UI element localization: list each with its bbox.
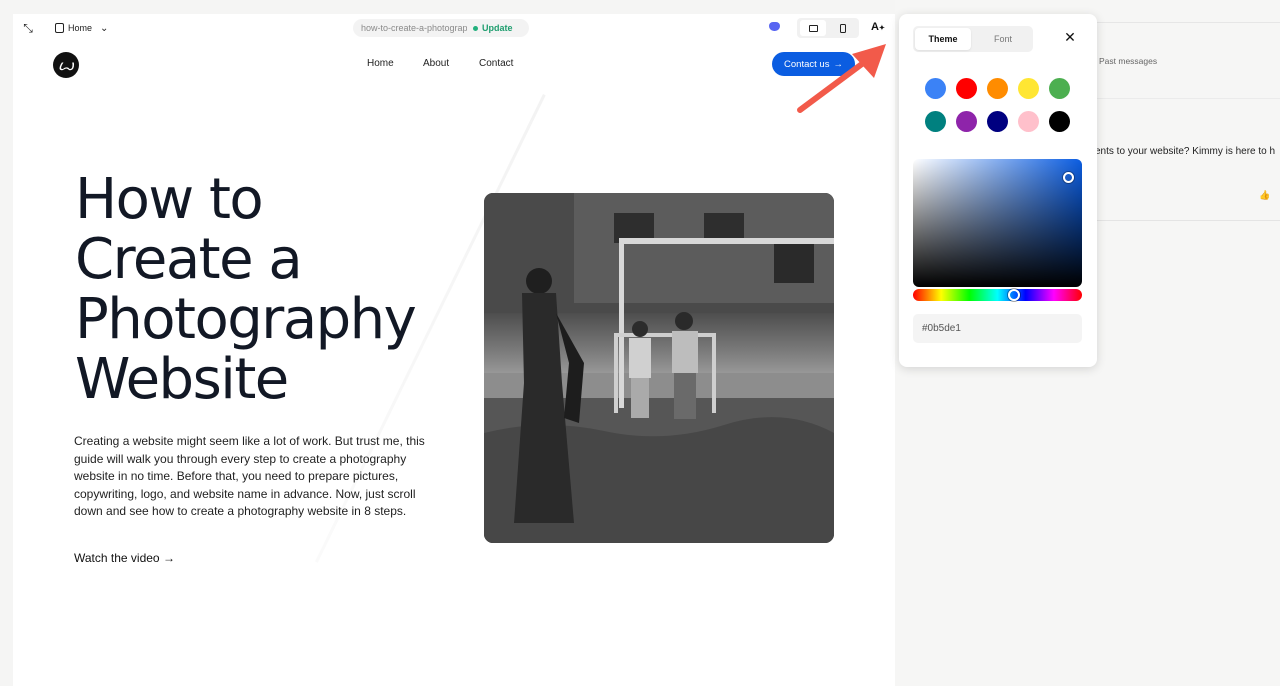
collapse-icon[interactable]: ⤡: [21, 21, 35, 35]
discord-icon[interactable]: [769, 22, 780, 31]
hero-photo[interactable]: [484, 193, 834, 543]
thumbs-up-icon[interactable]: 👍: [1259, 190, 1270, 201]
color-swatch[interactable]: [925, 111, 946, 132]
watch-video-link[interactable]: Watch the video →: [74, 551, 175, 565]
color-swatch[interactable]: [1018, 78, 1039, 99]
divider: [1095, 220, 1280, 221]
chevron-down-icon: ⌄: [100, 22, 109, 34]
color-swatch[interactable]: [987, 78, 1008, 99]
site-logo[interactable]: ꙍ: [53, 52, 79, 78]
device-toggle: [797, 18, 859, 38]
theme-font-icon[interactable]: A✦: [871, 21, 885, 33]
color-swatch[interactable]: [956, 111, 977, 132]
editor-canvas: ⤡ Home ⌄ how-to-create-a-photography Upd…: [13, 14, 895, 686]
hue-slider[interactable]: [913, 289, 1082, 301]
site-url: how-to-create-a-photography: [361, 23, 467, 33]
hero-title-line: Photography: [75, 287, 417, 352]
divider: [1095, 98, 1280, 99]
close-icon[interactable]: ✕: [1063, 28, 1077, 46]
chat-message: ents to your website? Kimmy is here to h: [1095, 146, 1276, 157]
color-swatch[interactable]: [956, 78, 977, 99]
color-swatch[interactable]: [925, 78, 946, 99]
nav-link-about[interactable]: About: [423, 58, 449, 69]
page-selector[interactable]: Home ⌄: [55, 20, 108, 36]
hero-title-line: Website: [75, 347, 289, 412]
hero-description: Creating a website might seem like a lot…: [74, 434, 425, 518]
status-dot-icon: [473, 25, 478, 31]
hero-title: How to Create a Photography Website: [75, 170, 495, 410]
photo-illustration: [484, 193, 834, 543]
desktop-icon: [808, 24, 818, 32]
color-swatch[interactable]: [987, 111, 1008, 132]
theme-tabs: Theme Font: [913, 26, 1033, 52]
update-button[interactable]: Update: [482, 23, 513, 33]
site-url-bar[interactable]: how-to-create-a-photography Update: [353, 19, 529, 37]
watch-video-label: Watch the video: [74, 551, 160, 565]
tab-theme[interactable]: Theme: [915, 28, 971, 50]
color-swatch[interactable]: [1018, 111, 1039, 132]
desktop-view-button[interactable]: [800, 20, 826, 36]
editor-toolbar: ⤡ Home ⌄ how-to-create-a-photography Upd…: [13, 14, 895, 42]
past-messages-link[interactable]: Past messages: [1099, 56, 1157, 66]
nav-link-contact[interactable]: Contact: [479, 58, 513, 69]
color-swatch[interactable]: [1049, 111, 1070, 132]
mobile-icon: [840, 23, 846, 33]
hue-slider-handle[interactable]: [1008, 289, 1020, 301]
theme-popover: Theme Font ✕: [899, 14, 1097, 367]
hero-title-line: Create a: [75, 227, 303, 292]
nav-link-home[interactable]: Home: [367, 58, 394, 69]
divider: [1095, 22, 1280, 23]
saturation-handle[interactable]: [1063, 172, 1074, 183]
mobile-view-button[interactable]: [830, 20, 856, 36]
arrow-right-icon: →: [162, 551, 175, 565]
hex-color-input[interactable]: [913, 314, 1082, 343]
tab-font[interactable]: Font: [975, 28, 1031, 50]
page-selector-label: Home: [68, 23, 93, 33]
saturation-picker[interactable]: [913, 159, 1082, 287]
hero-title-line: How to: [75, 167, 264, 232]
color-swatch[interactable]: [1049, 78, 1070, 99]
annotation-arrow-icon: [797, 44, 886, 113]
page-icon: [55, 23, 64, 33]
